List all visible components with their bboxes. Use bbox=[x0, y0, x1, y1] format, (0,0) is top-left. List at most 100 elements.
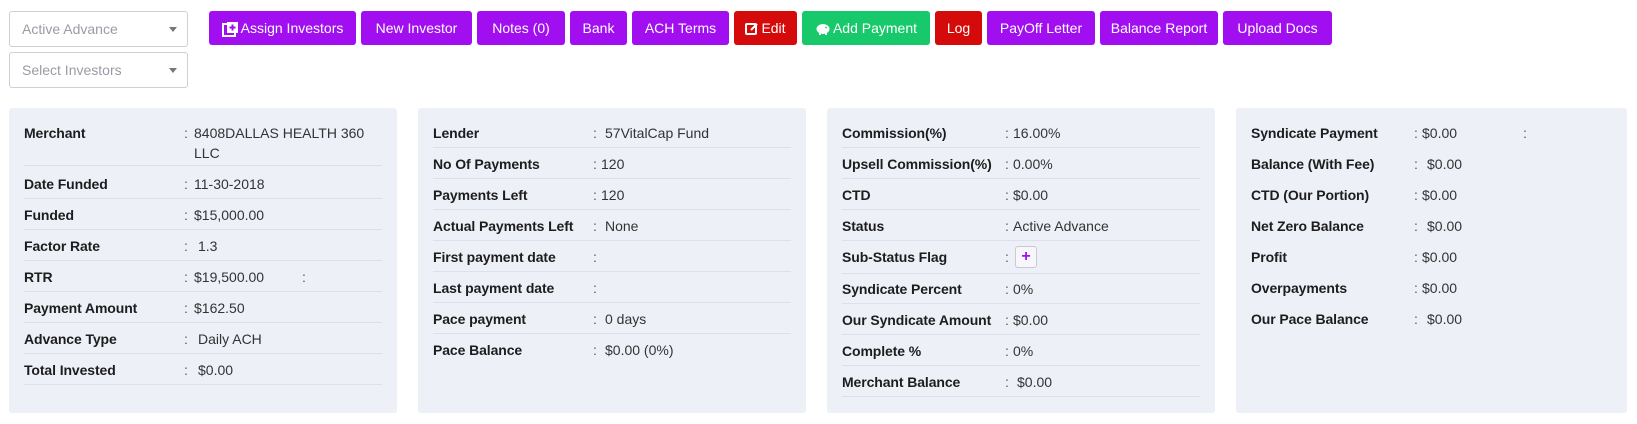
row-divider bbox=[433, 271, 791, 272]
row-divider bbox=[433, 333, 791, 334]
sub-status-label: Sub-Status Flag bbox=[842, 249, 948, 265]
ctd-portion-value: $0.00 bbox=[1422, 187, 1458, 203]
profit-label: Profit bbox=[1251, 249, 1287, 265]
status-select[interactable]: Active Advance bbox=[9, 11, 188, 47]
funded-value: $15,000.00 bbox=[194, 207, 265, 223]
row-divider bbox=[433, 147, 791, 148]
row-divider bbox=[24, 229, 382, 230]
caret-down-icon bbox=[169, 68, 177, 73]
ctd-portion-label: CTD (Our Portion) bbox=[1251, 187, 1370, 203]
row-divider bbox=[842, 209, 1200, 210]
bank-label: Bank bbox=[582, 20, 615, 36]
our-syndicate-value: $0.00 bbox=[1013, 312, 1049, 328]
plus-square-icon bbox=[221, 21, 238, 37]
upsell-commission-label: Upsell Commission(%) bbox=[842, 156, 992, 172]
add-sub-status-button[interactable]: + bbox=[1015, 246, 1037, 268]
row-divider bbox=[842, 273, 1200, 274]
advance-type-label: Advance Type bbox=[24, 331, 117, 347]
rtr-label: RTR bbox=[24, 269, 53, 285]
merchant-value: 8408DALLAS HEALTH 360 bbox=[194, 125, 365, 141]
complete-label: Complete % bbox=[842, 343, 922, 359]
row-divider bbox=[24, 322, 382, 323]
syndicate-payment-value: $0.00 bbox=[1422, 125, 1458, 141]
actual-payments-left-link[interactable]: None bbox=[605, 218, 638, 234]
row-divider bbox=[842, 240, 1200, 241]
commission-info-card: Commission(%) : 16.00% Upsell Commission… bbox=[827, 108, 1215, 413]
caret-down-icon bbox=[169, 27, 177, 32]
no-payments-value: 120 bbox=[601, 156, 625, 172]
row-divider bbox=[24, 198, 382, 199]
pace-balance-value: $0.00 (0%) bbox=[605, 342, 674, 358]
commission-label: Commission(%) bbox=[842, 125, 947, 141]
status-select-value: Active Advance bbox=[22, 21, 118, 37]
row-divider bbox=[24, 353, 382, 354]
log-label: Log bbox=[946, 20, 971, 36]
ctd-label: CTD bbox=[842, 187, 871, 203]
assign-investors-button[interactable]: Assign Investors bbox=[209, 11, 356, 45]
assign-investors-label: Assign Investors bbox=[240, 20, 344, 36]
row-divider bbox=[842, 147, 1200, 148]
advance-type-value: Daily ACH bbox=[198, 331, 262, 347]
investors-select-value: Select Investors bbox=[22, 62, 122, 78]
profit-value: $0.00 bbox=[1422, 249, 1458, 265]
balance-report-button[interactable]: Balance Report bbox=[1100, 11, 1218, 45]
row-divider bbox=[842, 178, 1200, 179]
balance-fee-value: $0.00 bbox=[1427, 156, 1463, 172]
add-payment-button[interactable]: Add Payment bbox=[802, 11, 930, 45]
factor-rate-label: Factor Rate bbox=[24, 238, 100, 254]
row-divider bbox=[24, 291, 382, 292]
lender-info-card: Lender : 57VitalCap Fund No Of Payments … bbox=[418, 108, 806, 413]
row-divider bbox=[24, 165, 382, 166]
ach-terms-label: ACH Terms bbox=[644, 20, 717, 36]
edit-button[interactable]: Edit bbox=[734, 11, 797, 45]
upload-docs-label: Upload Docs bbox=[1237, 20, 1318, 36]
row-divider bbox=[433, 240, 791, 241]
status-label: Status bbox=[842, 218, 885, 234]
actual-payments-left-label: Actual Payments Left bbox=[433, 218, 574, 234]
row-divider bbox=[24, 384, 382, 385]
merchant-balance-label: Merchant Balance bbox=[842, 374, 961, 390]
payment-amount-label: Payment Amount bbox=[24, 300, 138, 316]
status-value: Active Advance bbox=[1013, 218, 1109, 234]
row-divider bbox=[842, 303, 1200, 304]
syndicate-percent-value: 0% bbox=[1013, 281, 1034, 297]
payment-amount-value: $162.50 bbox=[194, 300, 245, 316]
pace-payment-label: Pace payment bbox=[433, 311, 526, 327]
net-zero-value: $0.00 bbox=[1427, 218, 1463, 234]
total-invested-label: Total Invested bbox=[24, 362, 116, 378]
merchant-balance-value: $0.00 bbox=[1017, 374, 1053, 390]
first-payment-label: First payment date bbox=[433, 249, 556, 265]
payments-left-label: Payments Left bbox=[433, 187, 528, 203]
overpayments-value: $0.00 bbox=[1422, 280, 1458, 296]
row-divider bbox=[433, 209, 791, 210]
investors-select[interactable]: Select Investors bbox=[9, 52, 188, 88]
lender-label: Lender bbox=[433, 125, 480, 141]
notes-button[interactable]: Notes (0) bbox=[477, 11, 565, 45]
ach-terms-button[interactable]: ACH Terms bbox=[632, 11, 729, 45]
our-pace-balance-value: $0.00 bbox=[1427, 311, 1463, 327]
bank-button[interactable]: Bank bbox=[570, 11, 627, 45]
plus-icon: + bbox=[1015, 246, 1037, 268]
our-syndicate-label: Our Syndicate Amount bbox=[842, 312, 992, 328]
pace-payment-value: 0 days bbox=[605, 311, 647, 327]
upsell-commission-value: 0.00% bbox=[1013, 156, 1053, 172]
payments-left-value: 120 bbox=[601, 187, 625, 203]
upload-docs-button[interactable]: Upload Docs bbox=[1223, 11, 1332, 45]
new-investor-label: New Investor bbox=[375, 20, 458, 36]
merchant-value-line2: LLC bbox=[194, 145, 220, 161]
log-button[interactable]: Log bbox=[935, 11, 982, 45]
balance-report-label: Balance Report bbox=[1110, 20, 1208, 36]
net-zero-label: Net Zero Balance bbox=[1251, 218, 1364, 234]
edit-icon bbox=[745, 23, 759, 36]
row-divider bbox=[24, 260, 382, 261]
row-divider bbox=[842, 334, 1200, 335]
last-payment-label: Last payment date bbox=[433, 280, 555, 296]
edit-label: Edit bbox=[761, 20, 786, 36]
lender-link[interactable]: 57VitalCap Fund bbox=[605, 125, 709, 141]
ctd-value: $0.00 bbox=[1013, 187, 1049, 203]
commission-value: 16.00% bbox=[1013, 125, 1061, 141]
payoff-letter-button[interactable]: PayOff Letter bbox=[987, 11, 1095, 45]
piggy-bank-icon bbox=[816, 24, 830, 36]
new-investor-button[interactable]: New Investor bbox=[361, 11, 472, 45]
balance-fee-label: Balance (With Fee) bbox=[1251, 156, 1375, 172]
